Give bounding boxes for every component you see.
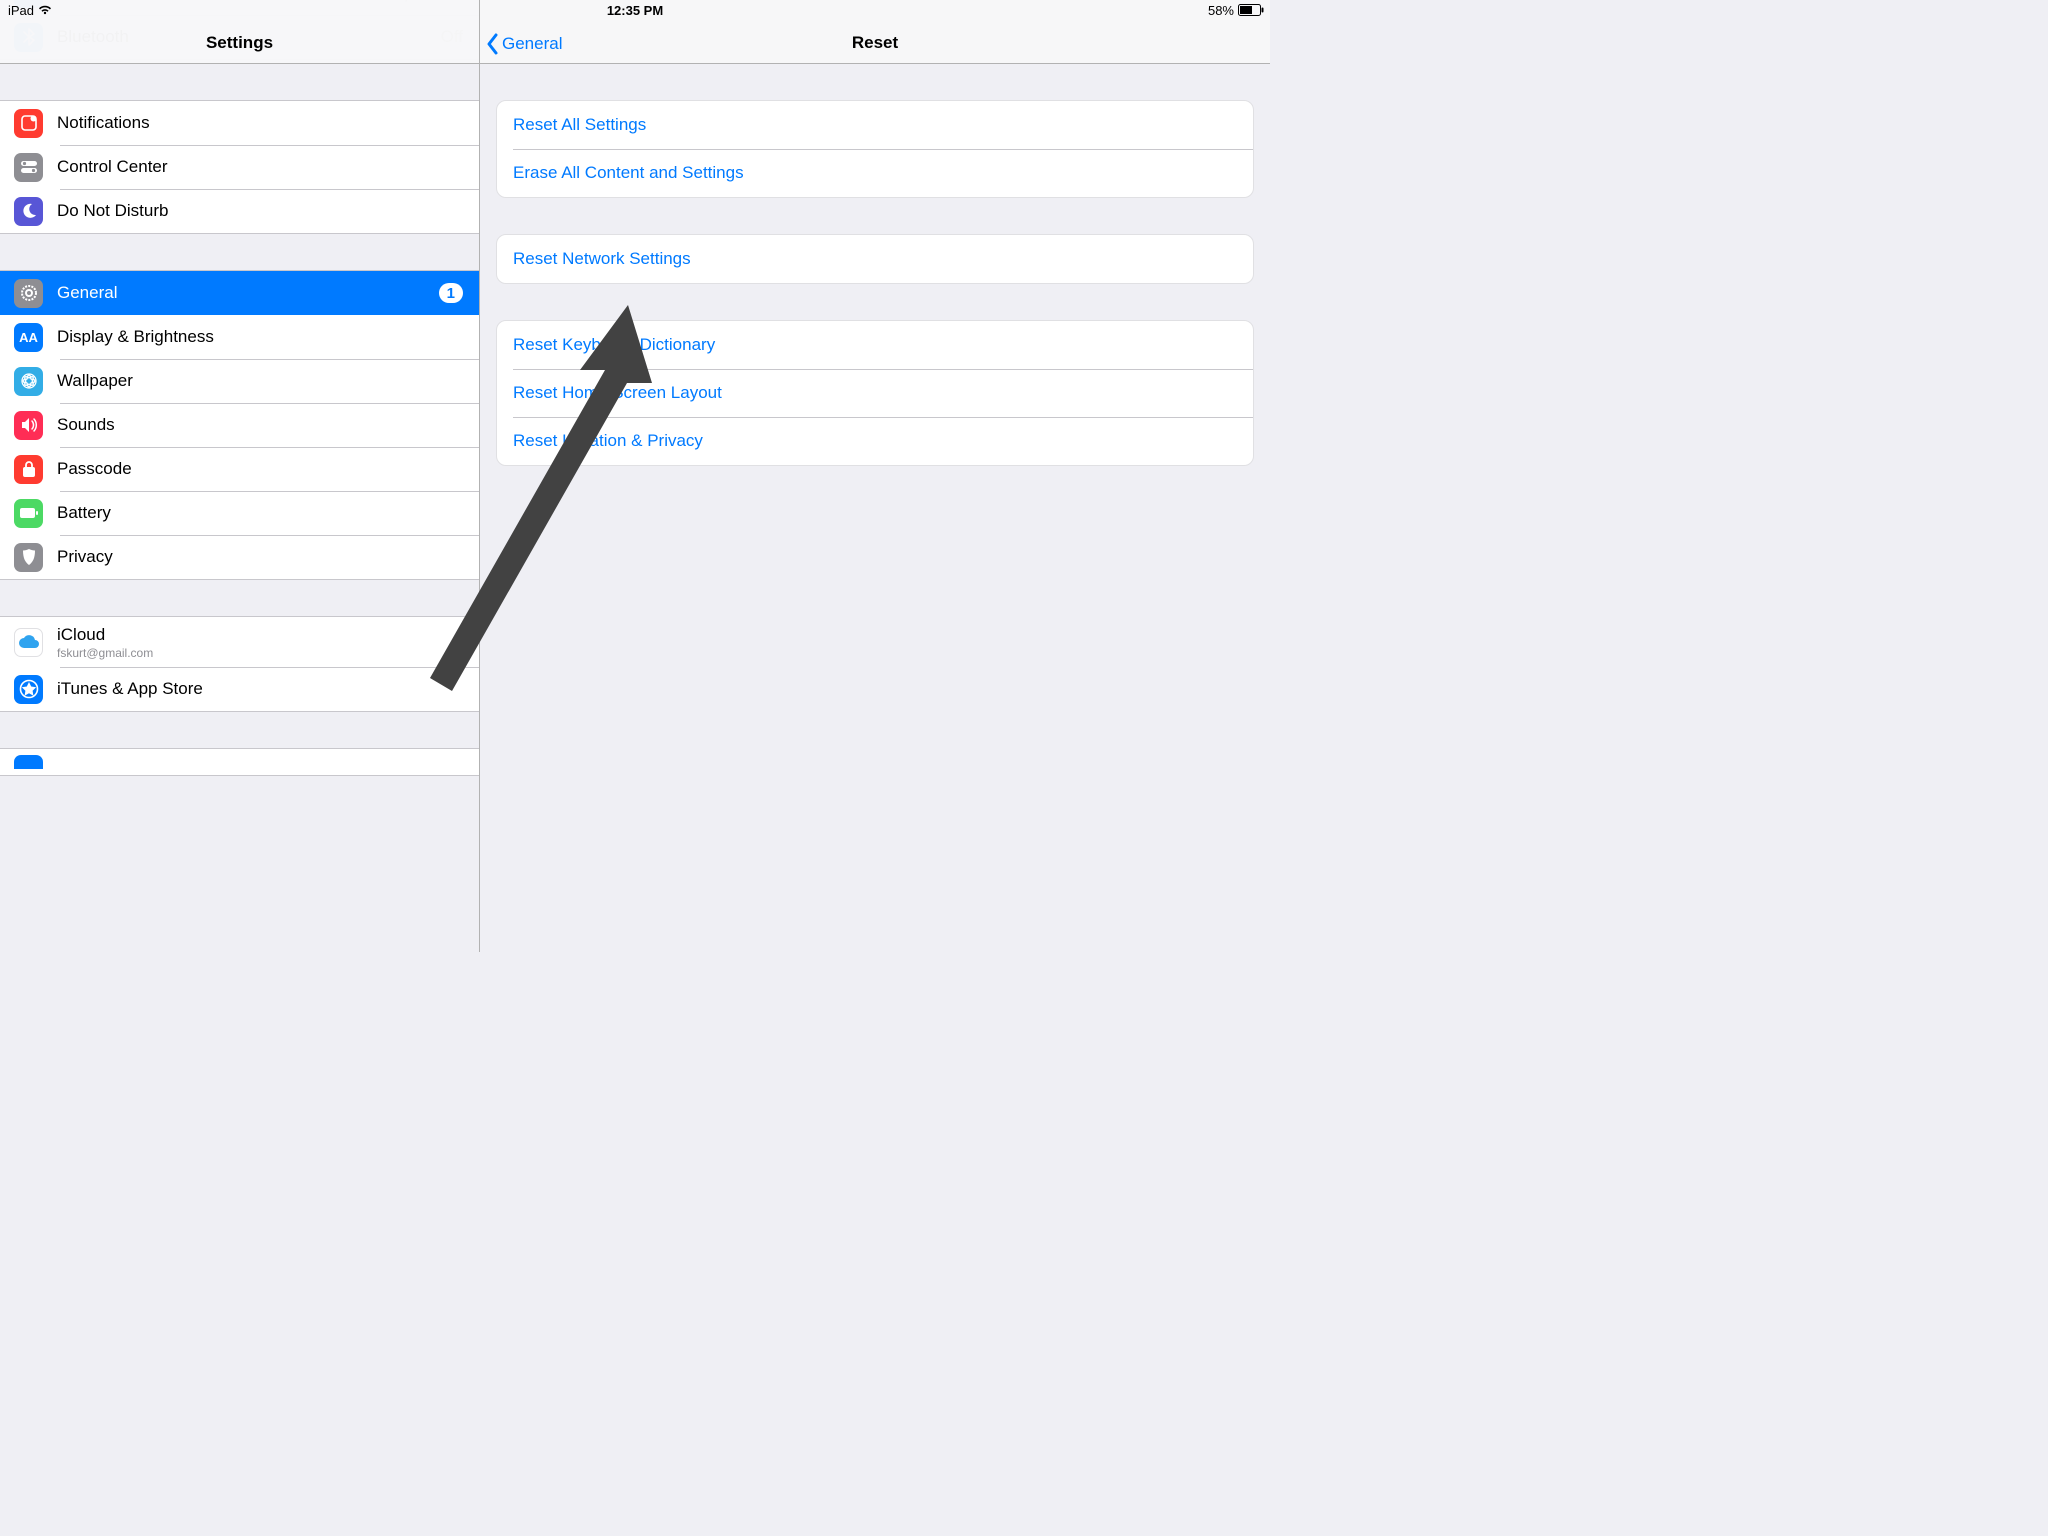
dnd-icon (14, 197, 43, 226)
wallpaper-icon (14, 367, 43, 396)
sidebar-item-label: iTunes & App Store (57, 679, 203, 699)
wifi-icon (38, 5, 52, 15)
reset-home-screen-layout[interactable]: Reset Home Screen Layout (497, 369, 1253, 417)
sidebar-item-label: Privacy (57, 547, 113, 567)
device-label: iPad (8, 3, 34, 18)
sidebar-item-label: Passcode (57, 459, 132, 479)
sidebar-item-icloud[interactable]: iCloud fskurt@gmail.com (0, 617, 479, 667)
back-label: General (502, 34, 562, 54)
sidebar-item-display[interactable]: AA Display & Brightness (0, 315, 479, 359)
reset-group-2: Reset Network Settings (496, 234, 1254, 284)
sidebar-item-sounds[interactable]: Sounds (0, 403, 479, 447)
sidebar-item-itunes[interactable]: iTunes & App Store (0, 667, 479, 711)
erase-all-content[interactable]: Erase All Content and Settings (497, 149, 1253, 197)
sidebar-item-passcode[interactable]: Passcode (0, 447, 479, 491)
sidebar-item-label: iCloud (57, 625, 153, 645)
control-center-icon (14, 153, 43, 182)
reset-network-settings[interactable]: Reset Network Settings (497, 235, 1253, 283)
sidebar-item-label: Do Not Disturb (57, 201, 168, 221)
sidebar-item-label: General (57, 283, 117, 303)
privacy-icon (14, 543, 43, 572)
reset-group-3: Reset Keyboard Dictionary Reset Home Scr… (496, 320, 1254, 466)
sidebar-item-label: Display & Brightness (57, 327, 214, 347)
sidebar-group-general: General 1 AA Display & Brightness Wallpa… (0, 270, 479, 580)
battery-icon (1238, 4, 1264, 16)
sidebar-item-wallpaper[interactable]: Wallpaper (0, 359, 479, 403)
sidebar-item-label: Wallpaper (57, 371, 133, 391)
detail-title: Reset (852, 33, 898, 53)
display-icon: AA (14, 323, 43, 352)
sidebar-item-general[interactable]: General 1 (0, 271, 479, 315)
sidebar-item-label: Sounds (57, 415, 115, 435)
battery-percentage: 58% (1208, 3, 1234, 18)
chevron-left-icon (486, 33, 500, 55)
sidebar-item-dnd[interactable]: Do Not Disturb (0, 189, 479, 233)
icloud-icon (14, 628, 43, 657)
general-badge: 1 (439, 283, 463, 303)
reset-location-privacy[interactable]: Reset Location & Privacy (497, 417, 1253, 465)
notifications-icon (14, 109, 43, 138)
settings-sidebar: Wi-Fi superhero Bluetooth Off Settings (0, 0, 480, 952)
sidebar-scroll[interactable]: Notifications Control Center Do Not Dist… (0, 64, 479, 952)
battery-settings-icon (14, 499, 43, 528)
passcode-icon (14, 455, 43, 484)
sidebar-item-partial[interactable] (0, 749, 479, 775)
sidebar-item-label: Control Center (57, 157, 168, 177)
sounds-icon (14, 411, 43, 440)
reset-group-1: Reset All Settings Erase All Content and… (496, 100, 1254, 198)
clock: 12:35 PM (607, 3, 663, 18)
detail-pane: General Reset Reset All Settings Erase A… (480, 0, 1270, 952)
sidebar-group-next (0, 748, 479, 776)
sidebar-title: Settings (206, 33, 273, 53)
reset-all-settings[interactable]: Reset All Settings (497, 101, 1253, 149)
appstore-icon (14, 675, 43, 704)
sidebar-item-control-center[interactable]: Control Center (0, 145, 479, 189)
icloud-account-email: fskurt@gmail.com (57, 646, 153, 660)
sidebar-group-alerts: Notifications Control Center Do Not Dist… (0, 100, 479, 234)
sidebar-item-notifications[interactable]: Notifications (0, 101, 479, 145)
sidebar-group-accounts: iCloud fskurt@gmail.com iTunes & App Sto… (0, 616, 479, 712)
status-bar: iPad 12:35 PM 58% (0, 0, 1270, 20)
sidebar-item-label: Battery (57, 503, 111, 523)
reset-keyboard-dictionary[interactable]: Reset Keyboard Dictionary (497, 321, 1253, 369)
sidebar-item-privacy[interactable]: Privacy (0, 535, 479, 579)
back-button[interactable]: General (486, 33, 562, 55)
sidebar-item-label: Notifications (57, 113, 150, 133)
sidebar-item-battery[interactable]: Battery (0, 491, 479, 535)
partial-icon (14, 755, 43, 769)
gear-icon (14, 279, 43, 308)
